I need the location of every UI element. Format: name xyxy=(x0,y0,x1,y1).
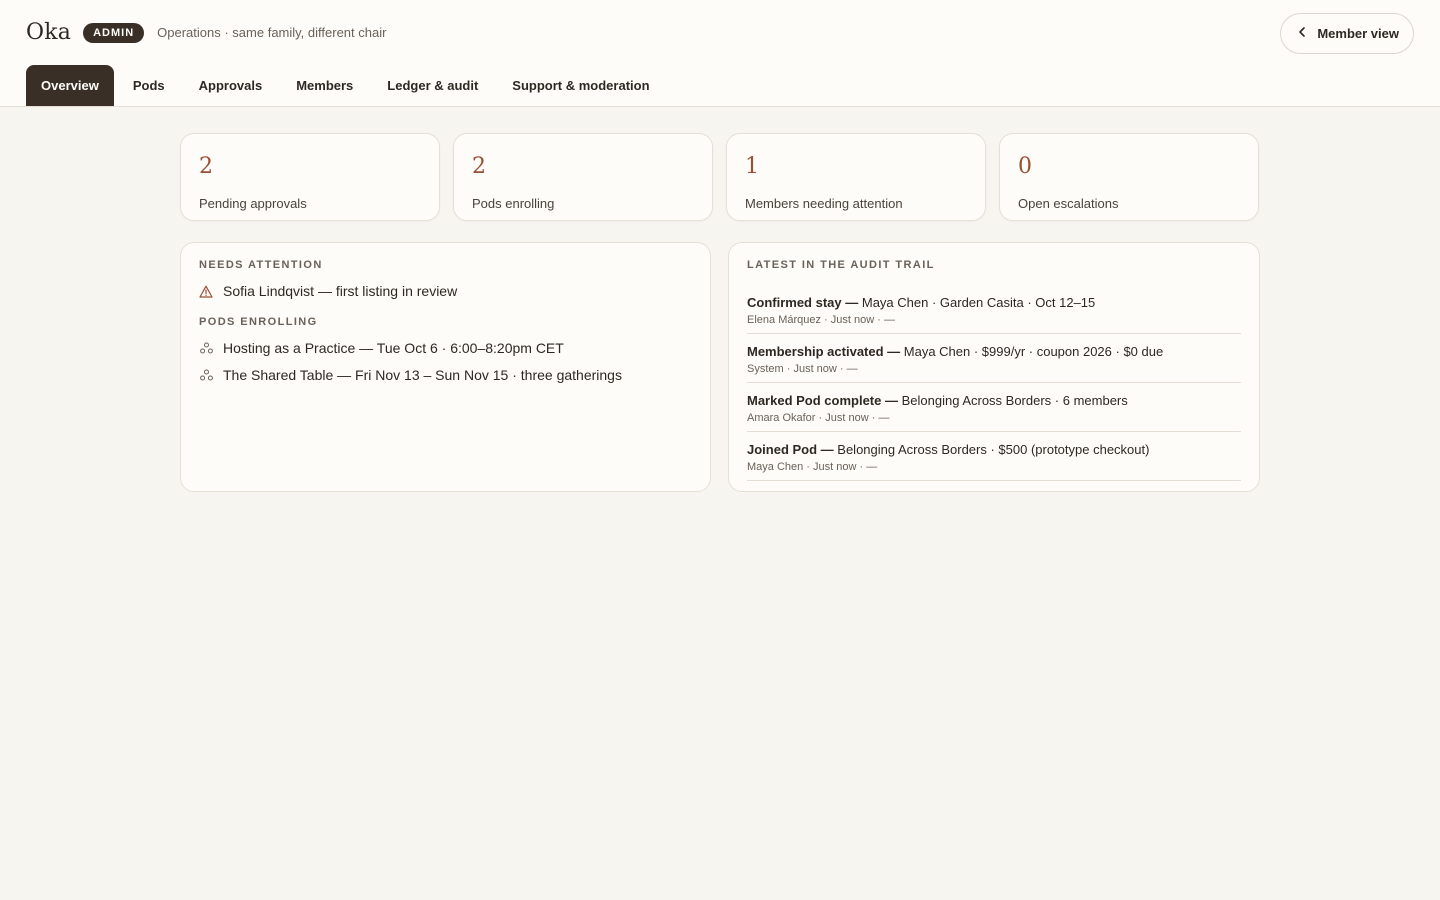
audit-line: Membership activated — Maya Chen · $999/… xyxy=(747,344,1241,359)
audit-action: Membership activated — xyxy=(747,344,901,359)
attention-item-text: Sofia Lindqvist — first listing in revie… xyxy=(223,283,458,299)
stat-label: Pending approvals xyxy=(199,196,307,211)
audit-detail: Belonging Across Borders · $500 (prototy… xyxy=(833,442,1150,457)
audit-row[interactable]: Marked Pod complete — Belonging Across B… xyxy=(747,383,1241,432)
stat-value: 0 xyxy=(1018,154,1032,179)
pod-icon xyxy=(199,342,213,354)
nav-tabs: Overview Pods Approvals Members Ledger &… xyxy=(26,65,669,106)
member-view-button[interactable]: Member view xyxy=(1280,13,1414,54)
audit-detail: Belonging Across Borders · 6 members xyxy=(897,393,1128,408)
overview-main: 2 Pending approvals 2 Pods enrolling 1 M… xyxy=(180,133,1260,492)
audit-detail: Maya Chen · $999/yr · coupon 2026 · $0 d… xyxy=(900,344,1164,359)
pod-item-text: Hosting as a Practice — Tue Oct 6 · 6:00… xyxy=(223,340,564,356)
pod-icon xyxy=(199,369,213,381)
attention-item[interactable]: Sofia Lindqvist — first listing in revie… xyxy=(199,283,692,299)
needs-attention-title: NEEDS ATTENTION xyxy=(199,259,323,271)
stat-card-pods-enrolling[interactable]: 2 Pods enrolling xyxy=(453,133,713,221)
top-bar: Oka ADMIN Operations · same family, diff… xyxy=(0,0,1440,107)
audit-line: Joined Pod — Belonging Across Borders · … xyxy=(747,442,1241,457)
tab-pods[interactable]: Pods xyxy=(118,65,180,106)
stat-card-pending-approvals[interactable]: 2 Pending approvals xyxy=(180,133,440,221)
stat-value: 1 xyxy=(745,154,759,179)
audit-list: Confirmed stay — Maya Chen · Garden Casi… xyxy=(747,285,1241,481)
stat-label: Members needing attention xyxy=(745,196,903,211)
audit-row[interactable]: Membership activated — Maya Chen · $999/… xyxy=(747,334,1241,383)
audit-meta: Maya Chen · Just now · — xyxy=(747,461,878,473)
tab-ledger-audit[interactable]: Ledger & audit xyxy=(372,65,493,106)
stat-value: 2 xyxy=(472,154,486,179)
stat-card-open-escalations[interactable]: 0 Open escalations xyxy=(999,133,1259,221)
audit-meta: Elena Márquez · Just now · — xyxy=(747,314,895,326)
chevron-left-icon xyxy=(1297,26,1307,41)
pod-item[interactable]: The Shared Table — Fri Nov 13 – Sun Nov … xyxy=(199,367,692,383)
pod-item[interactable]: Hosting as a Practice — Tue Oct 6 · 6:00… xyxy=(199,340,692,356)
tab-overview[interactable]: Overview xyxy=(26,65,114,106)
brand-row: Oka ADMIN Operations · same family, diff… xyxy=(26,20,386,45)
stat-label: Open escalations xyxy=(1018,196,1119,211)
stat-cards: 2 Pending approvals 2 Pods enrolling 1 M… xyxy=(180,133,1260,221)
audit-row[interactable]: Confirmed stay — Maya Chen · Garden Casi… xyxy=(747,285,1241,334)
pod-item-text: The Shared Table — Fri Nov 13 – Sun Nov … xyxy=(223,367,622,383)
tab-support-moderation[interactable]: Support & moderation xyxy=(497,65,664,106)
stat-label: Pods enrolling xyxy=(472,196,555,211)
audit-action: Confirmed stay — xyxy=(747,295,859,310)
audit-meta: System · Just now · — xyxy=(747,363,858,375)
audit-action: Marked Pod complete — xyxy=(747,393,898,408)
tagline: Operations · same family, different chai… xyxy=(157,25,387,40)
warning-icon xyxy=(199,285,213,298)
audit-meta: Amara Okafor · Just now · — xyxy=(747,412,890,424)
audit-panel: LATEST IN THE AUDIT TRAIL Confirmed stay… xyxy=(728,242,1260,492)
panels: NEEDS ATTENTION Sofia Lindqvist — first … xyxy=(180,242,1260,492)
audit-line: Confirmed stay — Maya Chen · Garden Casi… xyxy=(747,295,1241,310)
audit-detail: Maya Chen · Garden Casita · Oct 12–15 xyxy=(858,295,1096,310)
tab-approvals[interactable]: Approvals xyxy=(184,65,278,106)
logo[interactable]: Oka xyxy=(26,20,71,45)
tab-members[interactable]: Members xyxy=(281,65,368,106)
stat-card-members-attention[interactable]: 1 Members needing attention xyxy=(726,133,986,221)
attention-panel: NEEDS ATTENTION Sofia Lindqvist — first … xyxy=(180,242,711,492)
stat-value: 2 xyxy=(199,154,213,179)
audit-row[interactable]: Joined Pod — Belonging Across Borders · … xyxy=(747,432,1241,481)
audit-title: LATEST IN THE AUDIT TRAIL xyxy=(747,259,935,271)
member-view-label: Member view xyxy=(1317,26,1399,41)
admin-badge: ADMIN xyxy=(83,22,145,43)
audit-line: Marked Pod complete — Belonging Across B… xyxy=(747,393,1241,408)
pods-enrolling-title: PODS ENROLLING xyxy=(199,316,318,328)
audit-action: Joined Pod — xyxy=(747,442,834,457)
